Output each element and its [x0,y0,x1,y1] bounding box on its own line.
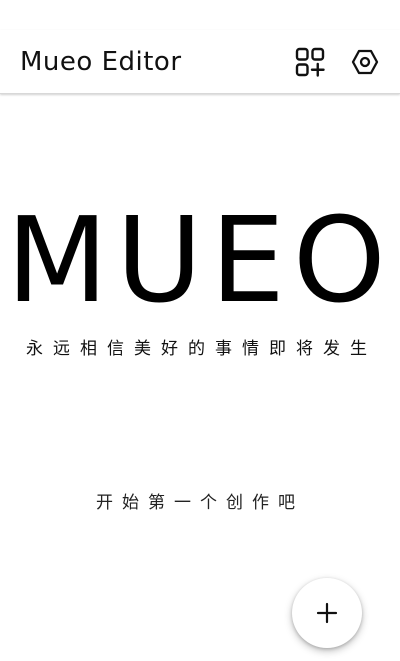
settings-button[interactable] [345,42,385,82]
hero-title: MUEO [6,191,394,329]
settings-icon [351,49,379,75]
slogan: 永远相信美好的事情即将发生 [26,339,377,359]
add-button[interactable] [292,578,362,648]
app-bar: Mueo Editor [0,30,400,94]
grid-add-icon [295,47,325,77]
plus-icon [316,602,338,624]
grid-add-button[interactable] [290,42,330,82]
app-title: Mueo Editor [20,47,182,77]
empty-state-hint: 开始第一个创作吧 [96,493,304,513]
